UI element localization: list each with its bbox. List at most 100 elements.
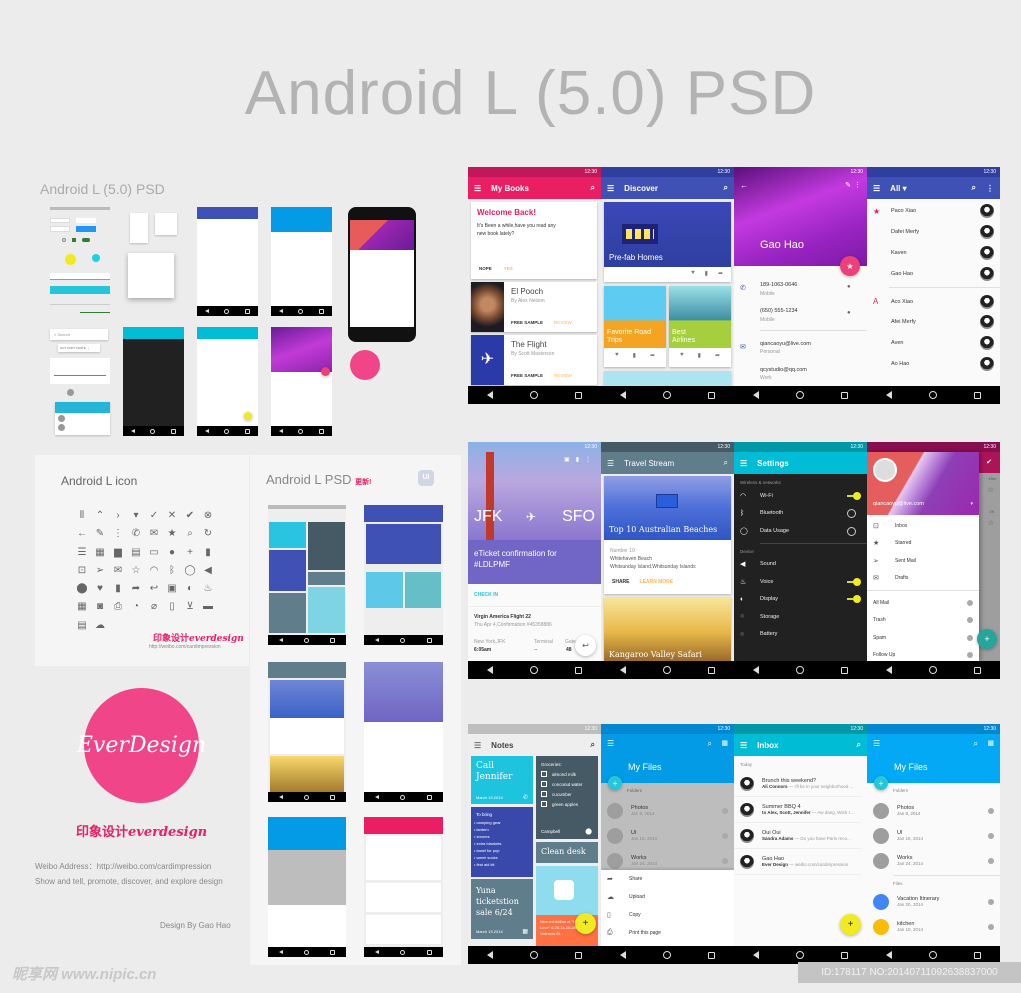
home-icon[interactable]	[662, 666, 671, 674]
file-row[interactable]: kitchen Jan 10, 2014	[867, 914, 1000, 939]
add-fab[interactable]: +	[575, 913, 596, 934]
account-avatar[interactable]	[873, 458, 897, 482]
account-picker-sample[interactable]	[55, 402, 110, 435]
home-icon[interactable]	[529, 666, 538, 674]
back-icon[interactable]	[752, 951, 759, 959]
favorite-icon[interactable]: ♥	[615, 352, 619, 359]
weibo-address[interactable]: Weibo Address：http://weibo.com/cardimpre…	[35, 859, 250, 874]
travel-card[interactable]: Kangaroo Valley Safari	[604, 597, 731, 667]
recents-icon[interactable]	[708, 391, 716, 399]
sheet-item[interactable]: ▯ Copy	[601, 906, 734, 924]
search-icon[interactable]: ⌕	[972, 183, 976, 193]
search-icon[interactable]: ⌕	[591, 740, 595, 750]
sheet-item[interactable]: ⎙ Print this page	[601, 924, 734, 942]
thread-row[interactable]: Gao Hao Ever Design — weibo.com/cardimpre…	[734, 849, 861, 875]
share-button[interactable]: SHARE	[612, 579, 630, 585]
compose-fab[interactable]: +	[840, 914, 861, 935]
contact-row[interactable]: ★ Paco Xiao	[867, 201, 1000, 222]
radio-sample[interactable]	[62, 238, 66, 242]
learn-more-button[interactable]: LEARN MORE	[640, 579, 674, 585]
folder-row[interactable]: UI Jan 18, 2014	[601, 823, 734, 848]
grocery-item[interactable]: cucumber	[536, 789, 598, 799]
star-icon[interactable]: ☆	[988, 519, 994, 527]
account-dropdown-icon[interactable]: ▾	[970, 501, 973, 507]
info-icon[interactable]	[988, 898, 994, 905]
back-icon[interactable]	[752, 666, 759, 674]
add-fab[interactable]: +	[608, 776, 622, 790]
share-icon[interactable]: ➦	[715, 352, 720, 359]
book-card[interactable]: ✈ The Flight By Scott Masterson FREE SAM…	[471, 335, 597, 385]
search-icon[interactable]: ⌕	[724, 183, 728, 193]
phone-number[interactable]: 189-1063-0646	[760, 282, 797, 288]
drawer-item[interactable]: ➢ Sent Mail	[867, 552, 979, 570]
bookmark-icon[interactable]: ▮	[698, 352, 701, 359]
file-row[interactable]: Vacation Itinerary Jan 20, 2014	[867, 889, 1000, 914]
tabs-dark-sample[interactable]	[50, 286, 110, 294]
home-icon[interactable]	[795, 951, 804, 959]
home-icon[interactable]	[928, 666, 937, 674]
toggle-on[interactable]	[847, 595, 861, 604]
home-icon[interactable]	[529, 951, 538, 959]
search-icon[interactable]: ⌕	[857, 740, 861, 750]
nope-button[interactable]: NOPE	[479, 266, 492, 271]
home-icon[interactable]	[662, 951, 671, 959]
favorite-icon[interactable]: ♥	[680, 352, 684, 359]
delete-icon[interactable]: ▮	[576, 457, 585, 463]
book-card[interactable]: El Pooch By Alex Nelson FREE SAMPLE REVI…	[471, 282, 597, 332]
back-icon[interactable]	[619, 951, 626, 959]
done-icon[interactable]: ✔	[978, 452, 1000, 473]
recents-icon[interactable]	[974, 391, 982, 399]
note-card[interactable]: Groceries: almond milk conconut water cucu…	[536, 756, 598, 839]
info-icon[interactable]	[967, 652, 973, 659]
favorite-fab[interactable]: ★	[840, 256, 860, 276]
email-address[interactable]: qiancaoyu@live.com	[760, 341, 811, 347]
thread-row[interactable]: Summer BBQ 4 to Alex, Scott, Jennifer — A…	[734, 797, 861, 823]
settings-row[interactable]: ■ Storage	[734, 608, 867, 626]
reply-fab[interactable]: ↩	[575, 635, 596, 656]
home-icon[interactable]	[662, 391, 671, 399]
more-icon[interactable]: ⋮	[986, 184, 994, 193]
contact-row[interactable]: A Aco Xiao	[867, 291, 1000, 312]
thread-row[interactable]: Oui Oui Sandra Adams — Do you have Paris …	[734, 823, 861, 849]
checkbox[interactable]	[541, 771, 547, 777]
menu-icon[interactable]: ☰	[740, 741, 747, 750]
contact-row[interactable]: Kaven	[867, 243, 1000, 264]
info-icon[interactable]	[722, 832, 728, 839]
recents-icon[interactable]	[708, 666, 716, 674]
free-sample-button[interactable]: FREE SAMPLE	[511, 373, 543, 378]
more-icon[interactable]: ⋮	[854, 181, 861, 189]
settings-row[interactable]: ◐ Display	[734, 591, 867, 609]
switch-sample[interactable]	[82, 238, 90, 242]
settings-row[interactable]: ■ Battery	[734, 626, 867, 644]
contact-row[interactable]: Aven	[867, 333, 1000, 354]
recents-icon[interactable]	[575, 666, 583, 674]
raised-button-blue-sample[interactable]	[76, 226, 96, 232]
folder-row[interactable]: Photos Jan 9, 2014	[601, 798, 734, 823]
text-selection-toolbar-sample[interactable]: CUT COPY PASTE ⋮	[58, 344, 100, 352]
grocery-item[interactable]: almond milk	[536, 769, 598, 779]
info-icon[interactable]	[967, 617, 973, 624]
raised-button-sample[interactable]	[50, 226, 70, 232]
checkbox[interactable]	[541, 801, 547, 807]
compose-fab[interactable]: +	[977, 629, 997, 649]
recents-icon[interactable]	[575, 951, 583, 959]
checkbox[interactable]	[541, 781, 547, 787]
email-address[interactable]: qcystudio@qq.com	[760, 367, 807, 373]
sheet-item[interactable]: ➦ Share	[601, 870, 734, 888]
menu-icon[interactable]: ☰	[474, 741, 481, 750]
toggle-off[interactable]	[847, 526, 861, 536]
contact-row[interactable]: Dafei Merfy	[867, 222, 1000, 243]
settings-row[interactable]: ◠ Wi-Fi	[734, 487, 867, 505]
info-icon[interactable]	[988, 807, 994, 814]
home-icon[interactable]	[928, 391, 937, 399]
search-icon[interactable]: ⌕	[724, 458, 728, 468]
discover-card[interactable]: Pre-fab Homes ♥ ▮ ➦	[604, 202, 731, 282]
menu-sample[interactable]	[130, 213, 148, 243]
toggle-on[interactable]	[847, 577, 861, 586]
info-icon[interactable]	[988, 857, 994, 864]
toggle-on[interactable]	[847, 491, 861, 500]
menu-icon[interactable]: ☰	[607, 459, 614, 468]
info-icon[interactable]	[988, 923, 994, 930]
checkbox[interactable]	[541, 791, 547, 797]
menu-icon[interactable]: ☰	[474, 184, 481, 193]
